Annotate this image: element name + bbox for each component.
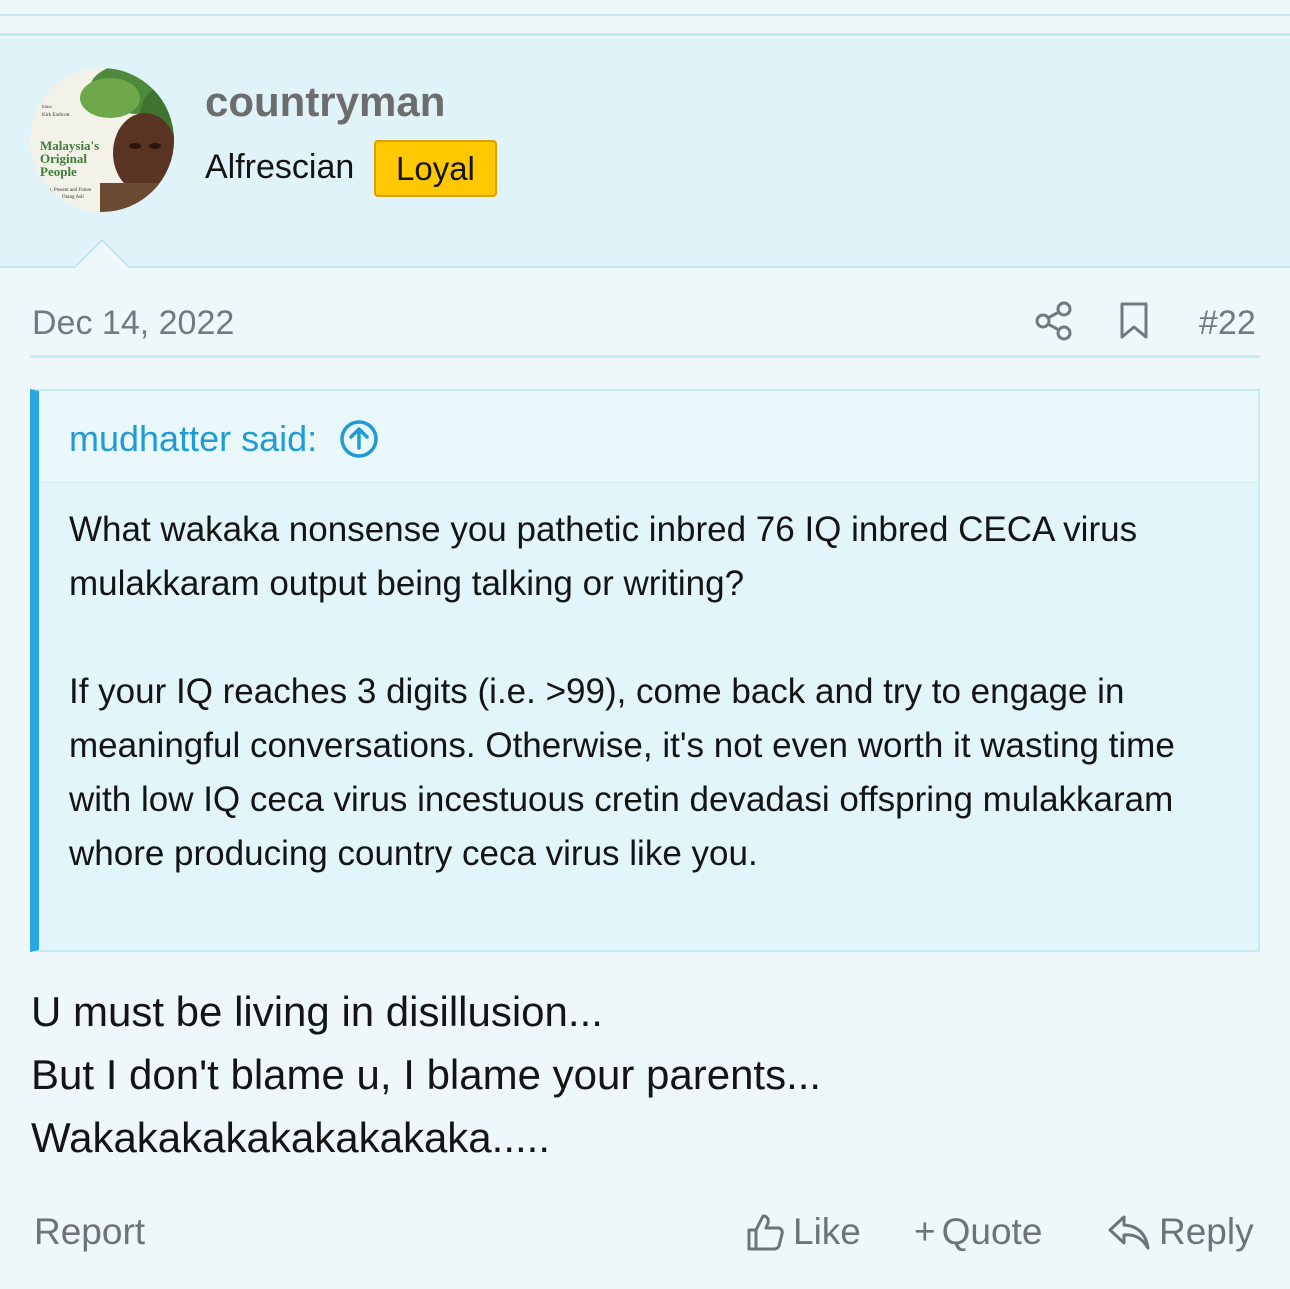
avatar-editor-name: Kirk Endicott [42, 113, 70, 118]
arrow-up-circle-icon[interactable] [339, 419, 379, 459]
post-number-link[interactable]: #22 [1199, 304, 1256, 343]
reply-label: Reply [1159, 1211, 1254, 1252]
report-link[interactable]: Report [34, 1211, 145, 1253]
user-info-panel [0, 38, 1290, 268]
post-message-body: U must be living in disillusion... But I… [31, 980, 1251, 1169]
quote-paragraph: If your IQ reaches 3 digits (i.e. >99), … [69, 672, 1175, 873]
plus-icon: + [914, 1211, 936, 1252]
avatar-editor-text: Editor [42, 104, 53, 109]
post-header-divider [30, 355, 1260, 358]
bookmark-icon[interactable] [1117, 300, 1151, 342]
user-title: Alfrescian [205, 148, 355, 186]
reply-button[interactable]: Reply [1107, 1211, 1254, 1253]
quote-content: What wakaka nonsense you pathetic inbred… [69, 503, 1239, 881]
like-label: Like [793, 1211, 861, 1252]
quote-label: Quote [941, 1211, 1043, 1252]
message-line: But I don't blame u, I blame your parent… [31, 1051, 822, 1098]
message-line: Wakakakakakakakakaka..... [31, 1114, 551, 1161]
user-avatar[interactable]: Editor Kirk Endicott Malaysia's Original… [30, 68, 174, 212]
panel-pointer-arrow [72, 240, 132, 270]
quote-header: mudhatter said: [39, 391, 1258, 483]
avatar-cover-subtitle-1: t, Present and Future [50, 188, 92, 193]
share-icon[interactable] [1034, 300, 1074, 342]
top-divider-strip [0, 0, 1290, 36]
thumbs-up-icon [747, 1214, 784, 1251]
like-button[interactable]: Like [745, 1211, 861, 1253]
avatar-image: Editor Kirk Endicott Malaysia's Original… [30, 68, 174, 212]
avatar-cover-title-3: People [40, 164, 77, 179]
quote-block: mudhatter said: What wakaka nonsense you… [30, 389, 1260, 952]
username-link[interactable]: countryman [205, 78, 445, 126]
avatar-cover-subtitle-2: Orang Asli [62, 195, 84, 200]
message-line: U must be living in disillusion... [31, 988, 603, 1035]
user-rank-badge: Loyal [374, 140, 497, 197]
post-date-link[interactable]: Dec 14, 2022 [32, 304, 234, 343]
quote-author-link[interactable]: mudhatter said: [69, 418, 379, 460]
reply-icon [1108, 1215, 1150, 1250]
quote-paragraph: What wakaka nonsense you pathetic inbred… [69, 510, 1138, 603]
quote-author-label: mudhatter said: [69, 418, 318, 459]
quote-button[interactable]: + Quote [914, 1211, 1042, 1253]
